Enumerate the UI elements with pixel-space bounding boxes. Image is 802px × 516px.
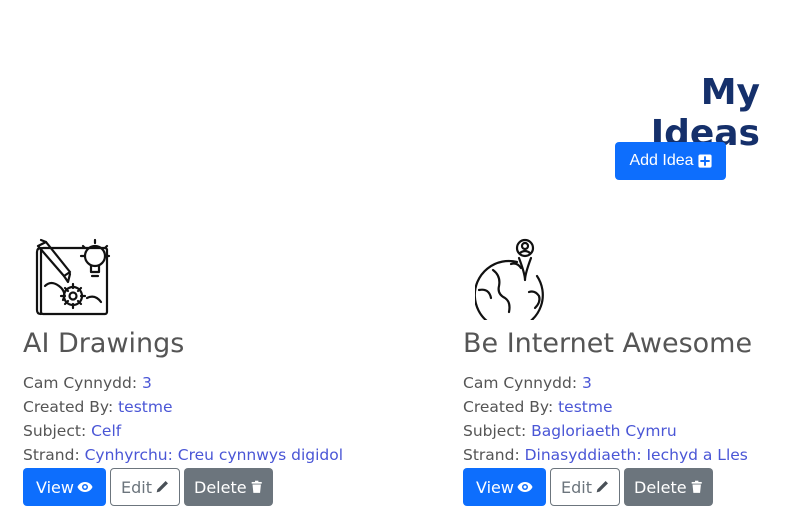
subject-row: Subject: Bagloriaeth Cymru <box>463 422 677 440</box>
idea-title: AI Drawings <box>23 328 185 359</box>
drawing-blueprint-icon <box>35 238 111 316</box>
delete-button[interactable]: Delete <box>624 468 713 506</box>
idea-card: Be Internet Awesome Cam Cynnydd: 3 Creat… <box>463 236 802 516</box>
trash-icon <box>691 480 702 493</box>
eye-icon <box>77 482 93 492</box>
created-by-value[interactable]: testme <box>558 398 612 416</box>
globe-person-icon <box>475 238 544 320</box>
view-button[interactable]: View <box>463 468 546 506</box>
subject-label: Subject: <box>23 422 87 440</box>
pencil-icon <box>596 481 608 493</box>
strand-label: Strand: <box>23 446 80 464</box>
created-by-label: Created By: <box>463 398 554 416</box>
edit-label: Edit <box>121 477 152 497</box>
delete-button[interactable]: Delete <box>184 468 273 506</box>
idea-card: AI Drawings Cam Cynnydd: 3 Created By: t… <box>23 236 423 516</box>
strand-value[interactable]: Dinasyddiaeth: Iechyd a Lles <box>525 446 748 464</box>
view-label: View <box>36 477 74 497</box>
strand-value[interactable]: Cynhyrchu: Creu cynnwys digidol <box>85 446 343 464</box>
plus-square-icon <box>697 154 712 168</box>
created-by-value[interactable]: testme <box>118 398 172 416</box>
cam-cynnydd-row: Cam Cynnydd: 3 <box>23 374 152 392</box>
cam-cynnydd-value[interactable]: 3 <box>142 374 152 392</box>
add-idea-label: Add Idea <box>629 152 694 169</box>
strand-label: Strand: <box>463 446 520 464</box>
add-idea-button[interactable]: Add Idea <box>615 142 726 180</box>
card-actions: View Edit Delete <box>23 468 273 506</box>
subject-row: Subject: Celf <box>23 422 121 440</box>
eye-icon <box>517 482 533 492</box>
delete-label: Delete <box>634 477 687 497</box>
subject-label: Subject: <box>463 422 527 440</box>
cam-cynnydd-label: Cam Cynnydd: <box>463 374 578 392</box>
cam-cynnydd-label: Cam Cynnydd: <box>23 374 138 392</box>
idea-title: Be Internet Awesome <box>463 328 753 359</box>
edit-button[interactable]: Edit <box>550 468 620 506</box>
pencil-icon <box>156 481 168 493</box>
view-button[interactable]: View <box>23 468 106 506</box>
strand-row: Strand: Dinasyddiaeth: Iechyd a Lles <box>463 446 748 464</box>
cam-cynnydd-row: Cam Cynnydd: 3 <box>463 374 592 392</box>
delete-label: Delete <box>194 477 247 497</box>
edit-label: Edit <box>561 477 592 497</box>
created-by-row: Created By: testme <box>463 398 613 416</box>
card-actions: View Edit Delete <box>463 468 713 506</box>
view-label: View <box>476 477 514 497</box>
subject-value[interactable]: Celf <box>91 422 121 440</box>
created-by-row: Created By: testme <box>23 398 173 416</box>
trash-icon <box>251 480 262 493</box>
edit-button[interactable]: Edit <box>110 468 180 506</box>
strand-row: Strand: Cynhyrchu: Creu cynnwys digidol <box>23 446 343 464</box>
cam-cynnydd-value[interactable]: 3 <box>582 374 592 392</box>
subject-value[interactable]: Bagloriaeth Cymru <box>531 422 677 440</box>
created-by-label: Created By: <box>23 398 114 416</box>
